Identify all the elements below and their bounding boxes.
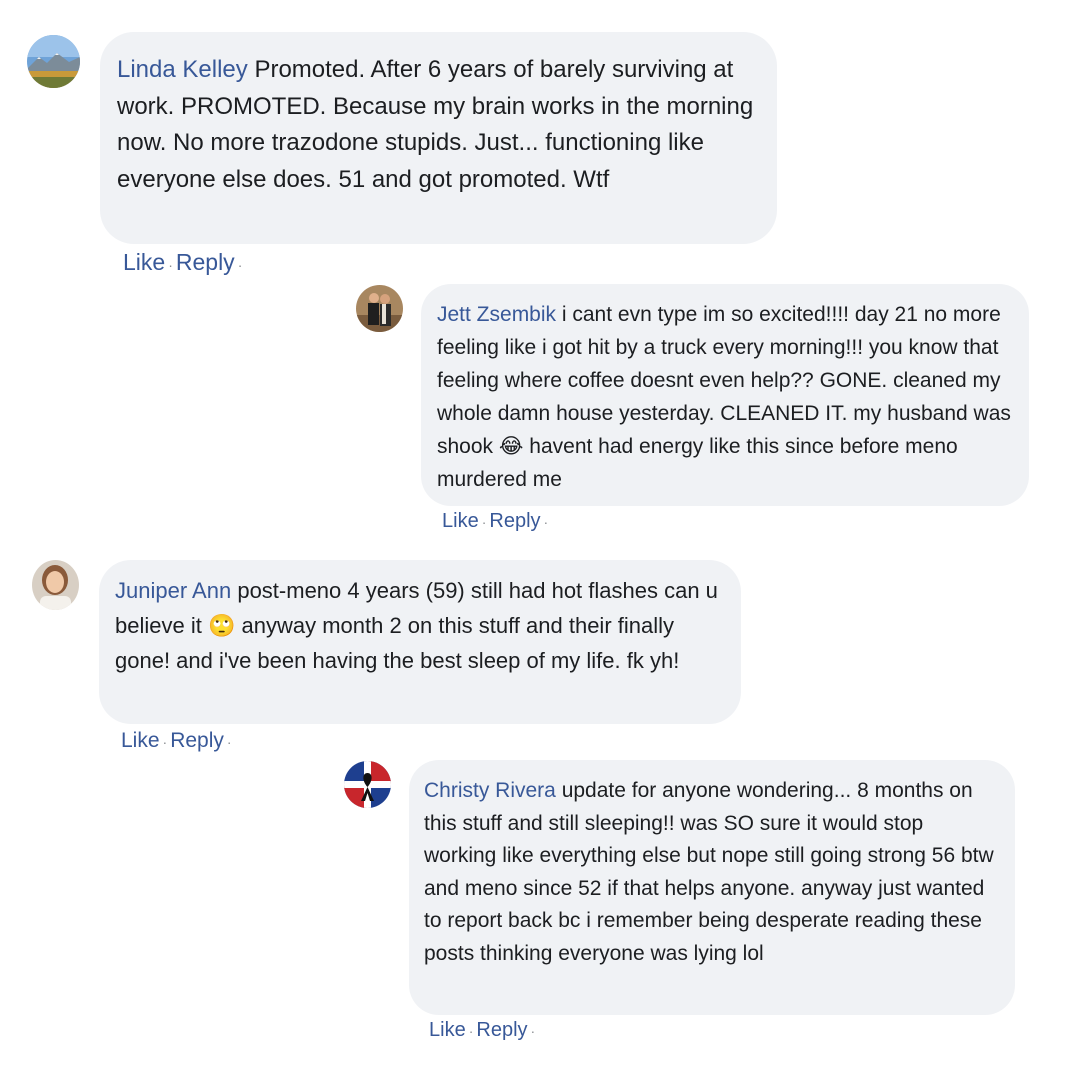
like-button[interactable]: Like xyxy=(429,1019,466,1041)
separator-dot: · xyxy=(530,1023,536,1039)
reply-button[interactable]: Reply xyxy=(489,510,540,532)
separator-dot: · xyxy=(237,257,243,273)
comment-actions: Like · Reply · xyxy=(123,249,245,276)
like-button[interactable]: Like xyxy=(442,510,479,532)
like-button[interactable]: Like xyxy=(123,249,165,275)
comment-text: update for anyone wondering... 8 months … xyxy=(424,779,994,965)
avatar[interactable] xyxy=(344,761,391,808)
comment-author-link[interactable]: Jett Zsembik xyxy=(437,303,556,326)
avatar[interactable] xyxy=(356,285,403,332)
comment-actions: Like · Reply · xyxy=(442,510,551,533)
comment-bubble: Jett Zsembik i cant evn type im so excit… xyxy=(421,284,1029,506)
couple-photo-icon xyxy=(356,285,403,332)
separator-dot: · xyxy=(543,514,549,530)
comment-actions: Like · Reply · xyxy=(429,1019,538,1042)
woman-portrait-icon xyxy=(32,560,79,610)
comment-actions: Like · Reply · xyxy=(121,729,235,753)
mountain-landscape-icon xyxy=(27,35,80,88)
comment-bubble: Juniper Ann post-meno 4 years (59) still… xyxy=(99,560,741,724)
avatar[interactable] xyxy=(32,560,79,610)
avatar[interactable] xyxy=(27,35,80,88)
comment-author-link[interactable]: Juniper Ann xyxy=(115,578,231,603)
comment-author-link[interactable]: Christy Rivera xyxy=(424,779,556,802)
comment-bubble: Linda Kelley Promoted. After 6 years of … xyxy=(100,32,777,244)
flag-ribbon-icon xyxy=(344,761,391,808)
separator-dot: · xyxy=(162,734,168,750)
separator-dot: · xyxy=(468,1023,474,1039)
reply-button[interactable]: Reply xyxy=(476,1019,527,1041)
separator-dot: · xyxy=(481,514,487,530)
comment-author-link[interactable]: Linda Kelley xyxy=(117,56,248,83)
comment-bubble: Christy Rivera update for anyone wonderi… xyxy=(409,760,1015,1015)
laughing-emoji-icon: 😂 xyxy=(498,434,524,458)
like-button[interactable]: Like xyxy=(121,729,160,752)
eye-roll-emoji-icon: 🙄 xyxy=(207,613,236,639)
separator-dot: · xyxy=(226,734,232,750)
reply-button[interactable]: Reply xyxy=(170,729,224,752)
reply-button[interactable]: Reply xyxy=(176,249,235,275)
separator-dot: · xyxy=(168,257,173,273)
